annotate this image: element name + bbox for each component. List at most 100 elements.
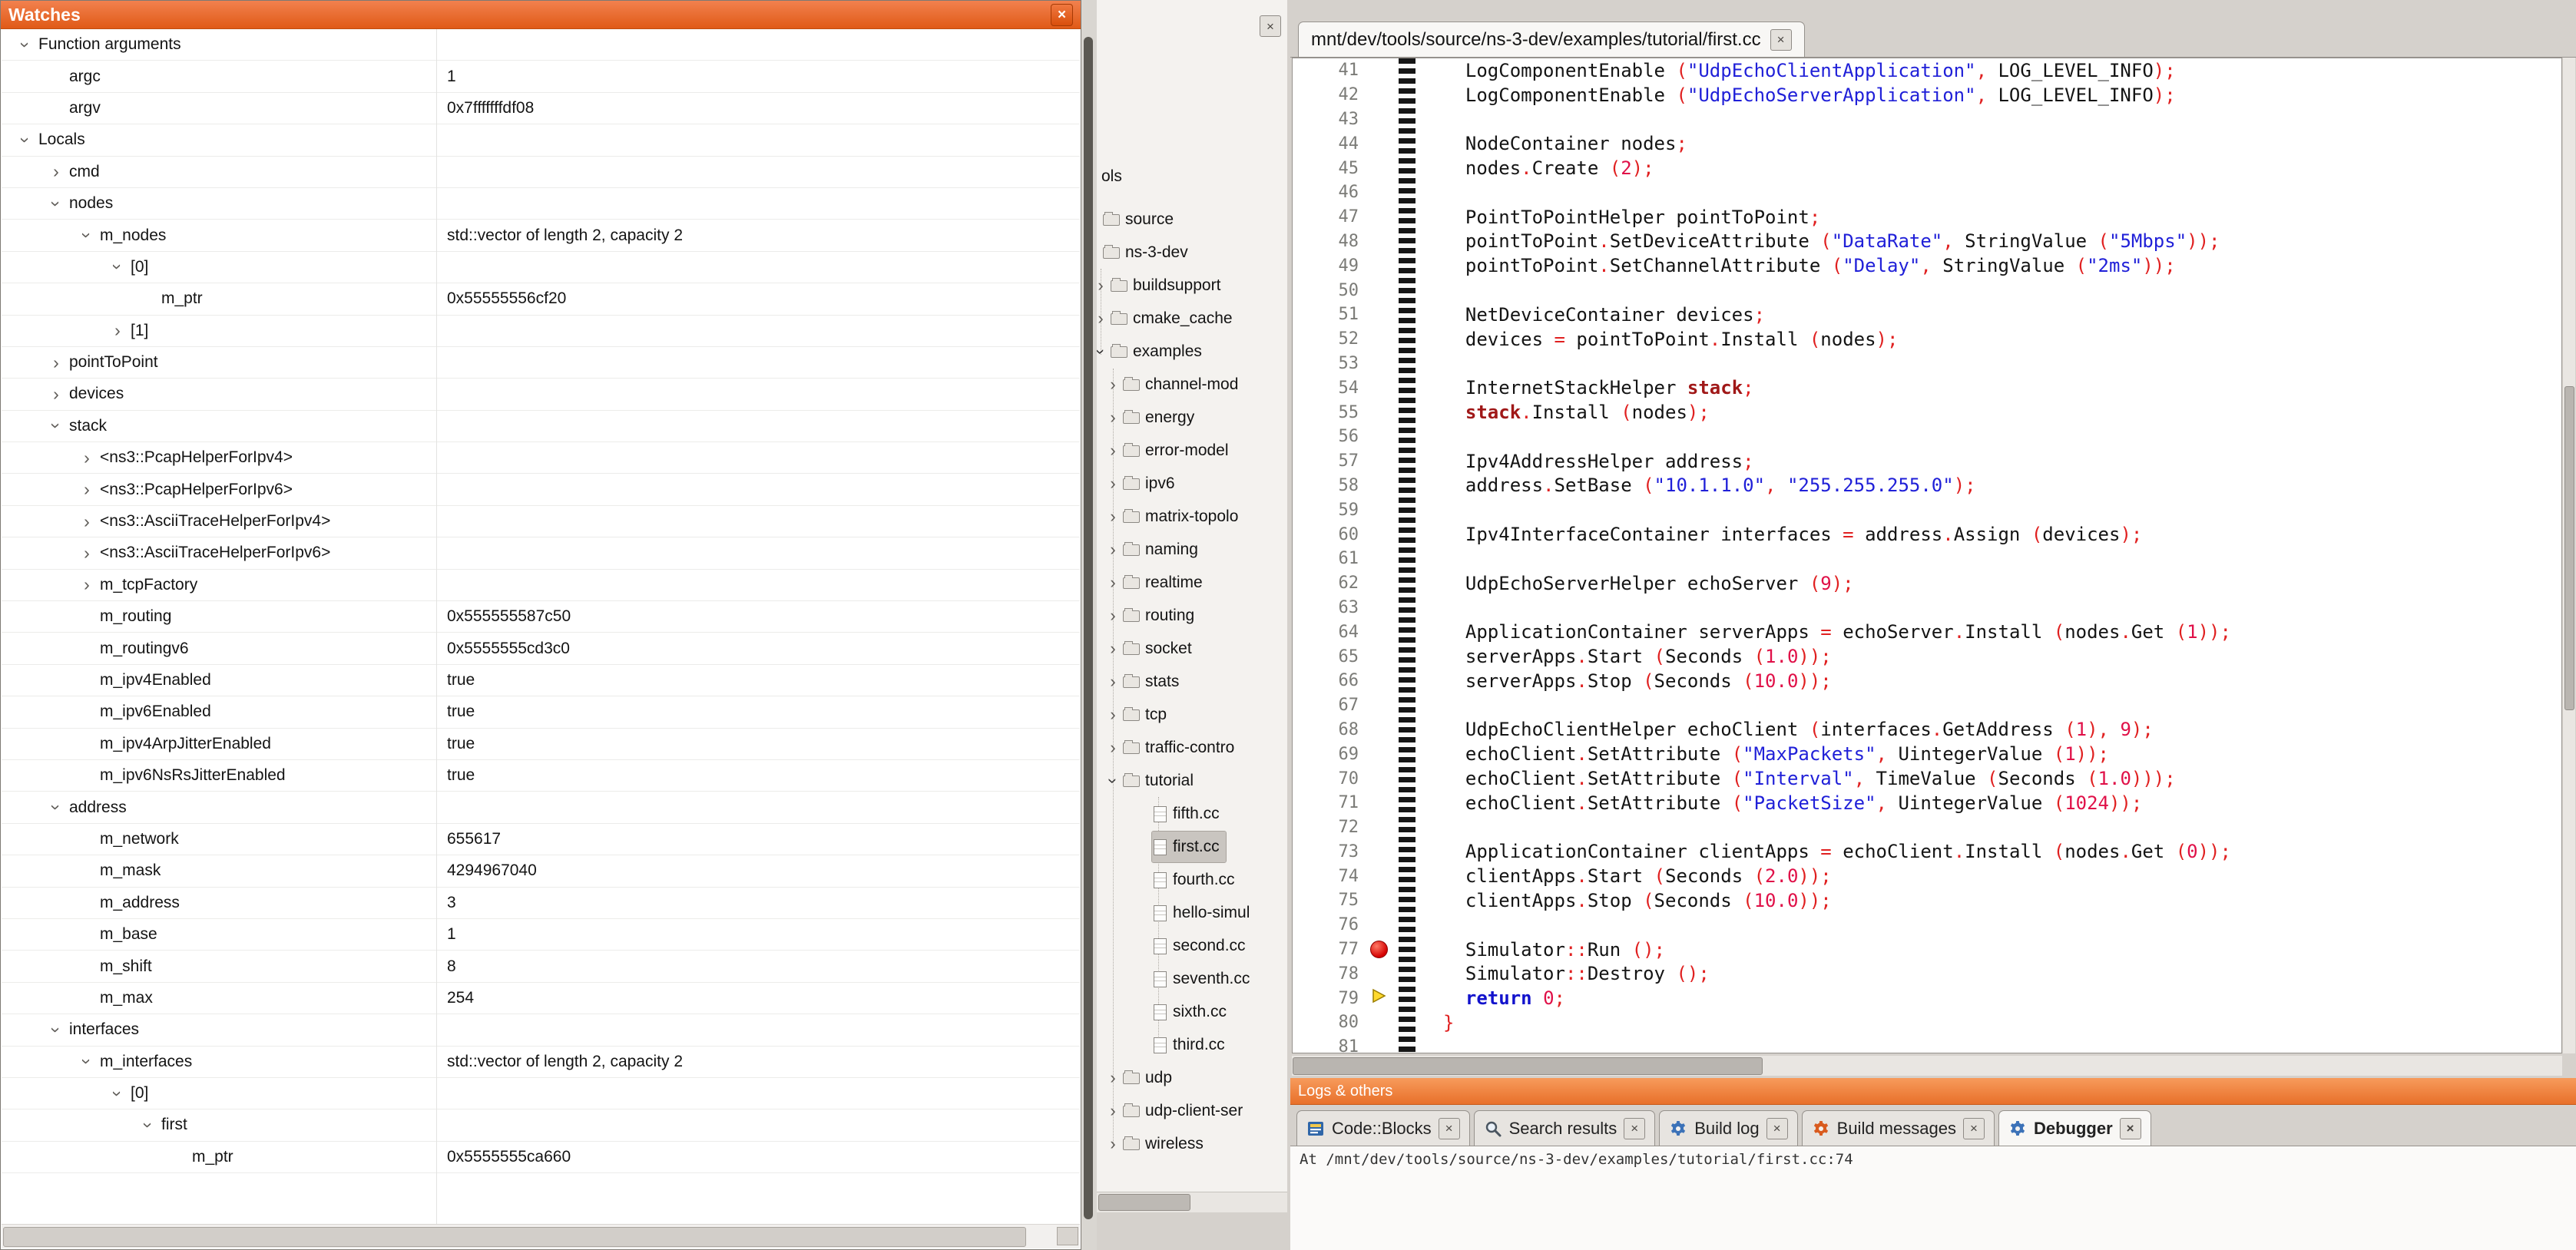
watch-row[interactable]: m_ipv6NsRsJitterEnabledtrue [2,760,1080,792]
code-line[interactable]: 43 [1293,107,2561,132]
line-number[interactable]: 52 [1293,329,1363,349]
line-number[interactable]: 81 [1293,1037,1363,1053]
code-line[interactable]: 66 serverApps.Stop (Seconds (10.0)); [1293,669,2561,693]
expand-icon[interactable]: › [1097,277,1109,294]
tree-item-fifth-cc[interactable]: fifth.cc [1152,799,1220,829]
line-number[interactable]: 41 [1293,61,1363,80]
collapse-icon[interactable]: › [1104,772,1121,789]
tree-item-sixth-cc[interactable]: sixth.cc [1152,997,1227,1027]
tree-item-buildsupport[interactable]: ›buildsupport [1097,270,1220,301]
code-line[interactable]: 75 clientApps.Stop (Seconds (10.0)); [1293,888,2561,913]
watch-row[interactable]: ›nodes [2,188,1080,220]
code-line[interactable]: 78 Simulator::Destroy (); [1293,961,2561,986]
tree-item-realtime[interactable]: ›realtime [1104,567,1203,598]
watch-row[interactable]: ›m_tcpFactory [2,570,1080,601]
watch-row[interactable]: ›Locals [2,124,1080,156]
line-number[interactable]: 60 [1293,525,1363,544]
watch-row[interactable]: m_ipv4Enabledtrue [2,665,1080,696]
close-icon[interactable]: × [1770,29,1792,51]
watch-row[interactable]: m_ipv6Enabledtrue [2,696,1080,728]
code-line[interactable]: 73 ApplicationContainer clientApps = ech… [1293,840,2561,865]
code-line[interactable]: 48 pointToPoint.SetDeviceAttribute ("Dat… [1293,230,2561,254]
scrollbar-thumb[interactable] [3,1227,1026,1247]
line-number[interactable]: 67 [1293,696,1363,715]
code-line[interactable]: 55 stack.Install (nodes); [1293,400,2561,425]
line-number[interactable]: 61 [1293,549,1363,568]
expand-icon[interactable]: › [1104,607,1121,624]
expand-icon[interactable]: › [1104,673,1121,690]
expand-icon[interactable]: › [74,481,100,498]
watch-row[interactable]: m_ptr0x55555556cf20 [2,283,1080,315]
tree-item-ns-3-dev[interactable]: ns-3-dev [1101,237,1188,268]
code-line[interactable]: 71 echoClient.SetAttribute ("PacketSize"… [1293,791,2561,815]
line-number[interactable]: 45 [1293,159,1363,178]
logs-tab-debugger[interactable]: Debugger× [1998,1110,2151,1146]
code-line[interactable]: 81 [1293,1035,2561,1053]
line-number[interactable]: 79 [1293,989,1363,1008]
logs-header[interactable]: Logs & others [1290,1078,2576,1105]
close-icon[interactable]: × [1624,1118,1645,1139]
code-line[interactable]: 41 LogComponentEnable ("UdpEchoClientApp… [1293,58,2561,83]
line-number[interactable]: 74 [1293,867,1363,886]
watch-row[interactable]: ›cmd [2,157,1080,188]
tree-item-routing[interactable]: ›routing [1104,600,1194,631]
watch-row[interactable]: m_routing0x555555587c50 [2,601,1080,633]
logs-tab-build-log[interactable]: Build log× [1659,1110,1797,1146]
expand-icon[interactable]: › [1104,409,1121,426]
tree-item-naming[interactable]: ›naming [1104,534,1198,565]
line-number[interactable]: 69 [1293,745,1363,764]
line-number[interactable]: 66 [1293,671,1363,690]
tree-item-first-cc[interactable]: first.cc [1152,832,1226,862]
line-number[interactable]: 75 [1293,891,1363,910]
code-line[interactable]: 79 return 0; [1293,986,2561,1010]
logs-tab-search-results[interactable]: Search results× [1474,1110,1656,1146]
line-number[interactable]: 44 [1293,134,1363,154]
tree-item-error-model[interactable]: ›error-model [1104,435,1229,466]
close-icon[interactable]: × [1260,15,1281,37]
watch-row[interactable]: m_mask4294967040 [2,855,1080,887]
close-icon[interactable]: × [1439,1118,1460,1139]
code-line[interactable]: 42 LogComponentEnable ("UdpEchoServerApp… [1293,83,2561,107]
collapse-icon[interactable]: › [109,1080,127,1106]
line-number[interactable]: 73 [1293,842,1363,861]
watch-row[interactable]: m_routingv60x5555555cd3c0 [2,633,1080,664]
tree-item-wireless[interactable]: ›wireless [1104,1129,1204,1159]
code-line[interactable]: 58 address.SetBase ("10.1.1.0", "255.255… [1293,474,2561,498]
tree-item-udp[interactable]: ›udp [1104,1063,1172,1093]
tree-item-stats[interactable]: ›stats [1104,666,1179,697]
code-line[interactable]: 65 serverApps.Start (Seconds (1.0)); [1293,644,2561,669]
line-number[interactable]: 49 [1293,256,1363,276]
line-number[interactable]: 80 [1293,1013,1363,1032]
watch-row[interactable]: m_ipv4ArpJitterEnabledtrue [2,729,1080,760]
code-line[interactable]: 69 echoClient.SetAttribute ("MaxPackets"… [1293,742,2561,766]
watch-row[interactable]: ›stack [2,411,1080,442]
line-number[interactable]: 70 [1293,769,1363,789]
line-number[interactable]: 71 [1293,793,1363,812]
watch-row[interactable]: ›<ns3::PcapHelperForIpv6> [2,474,1080,505]
watch-row[interactable]: m_address3 [2,888,1080,919]
line-number[interactable]: 50 [1293,281,1363,300]
watch-row[interactable]: ›[1] [2,316,1080,347]
expand-icon[interactable]: › [74,513,100,531]
line-number[interactable]: 51 [1293,305,1363,324]
collapse-icon[interactable]: › [78,1049,96,1075]
watch-row[interactable]: argv0x7fffffffdf08 [2,93,1080,124]
code-line[interactable]: 77 Simulator::Run (); [1293,938,2561,962]
code-line[interactable]: 53 [1293,352,2561,376]
code-line[interactable]: 76 [1293,913,2561,938]
expand-icon[interactable]: › [1104,1070,1121,1086]
scrollbar-thumb[interactable] [1098,1194,1190,1211]
watches-hscrollbar[interactable] [2,1224,1080,1248]
tree-item-traffic-contro[interactable]: ›traffic-contro [1104,732,1234,763]
scrollbar-thumb[interactable] [1293,1057,1763,1075]
line-number[interactable]: 62 [1293,574,1363,593]
tree-item-examples[interactable]: ›examples [1097,336,1202,367]
watch-row[interactable]: m_shift8 [2,951,1080,982]
expand-icon[interactable]: › [74,576,100,594]
watch-row[interactable]: ›m_interfacesstd::vector of length 2, ca… [2,1047,1080,1078]
code-line[interactable]: 50 [1293,278,2561,303]
line-number[interactable]: 48 [1293,232,1363,251]
watch-row[interactable]: ›first [2,1109,1080,1141]
code-line[interactable]: 70 echoClient.SetAttribute ("Interval", … [1293,766,2561,791]
expand-icon[interactable]: › [1104,508,1121,525]
